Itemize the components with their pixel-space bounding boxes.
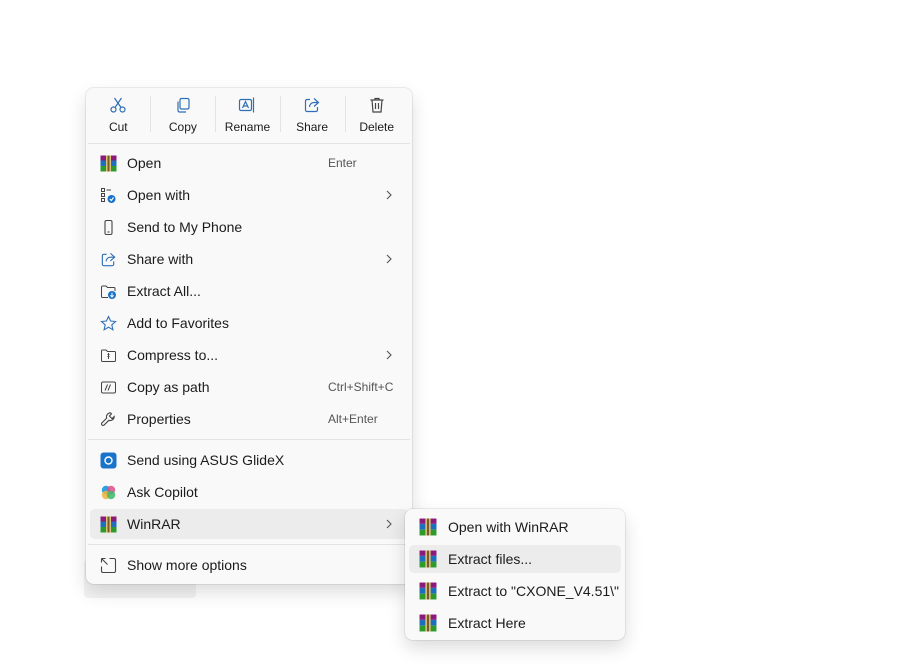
compress-folder-icon — [99, 346, 117, 364]
menu-item-label: Send to My Phone — [127, 219, 243, 235]
winrar-icon — [419, 518, 437, 536]
wrench-icon — [99, 410, 117, 428]
cut-label: Cut — [108, 120, 128, 134]
menu-divider — [88, 143, 410, 144]
chevron-right-icon — [384, 519, 394, 529]
extract-folder-icon — [99, 282, 117, 300]
menu-item-label: Show more options — [127, 557, 247, 573]
toolbar-divider — [215, 96, 216, 132]
copy-icon — [173, 95, 193, 115]
submenu-item-label: Open with WinRAR — [448, 519, 569, 535]
submenu-item-label: Extract files... — [448, 551, 533, 567]
cut-button[interactable]: Cut — [86, 88, 151, 142]
menu-item-send-to-phone[interactable]: Send to My Phone — [90, 212, 408, 242]
open-with-icon — [99, 186, 117, 204]
menu-item-label: Send using ASUS GlideX — [127, 452, 285, 468]
menu-item-properties[interactable]: Properties Alt+Enter — [90, 404, 408, 434]
menu-item-label: Share with — [127, 251, 194, 267]
copy-button[interactable]: Copy — [151, 88, 216, 142]
copilot-icon — [99, 483, 117, 501]
menu-item-copy-as-path[interactable]: Copy as path Ctrl+Shift+C — [90, 372, 408, 402]
toolbar-divider — [345, 96, 346, 132]
share-icon — [99, 250, 117, 268]
menu-item-add-favorites[interactable]: Add to Favorites — [90, 308, 408, 338]
menu-item-share-with[interactable]: Share with — [90, 244, 408, 274]
winrar-icon — [419, 614, 437, 632]
submenu-item-label: Extract to "CXONE_V4.51\" — [448, 583, 620, 599]
menu-divider — [88, 544, 410, 545]
menu-item-show-more-options[interactable]: Show more options — [90, 550, 408, 580]
context-menu: Cut Copy Rename Share Delete Open Enter … — [86, 88, 412, 584]
winrar-icon — [99, 515, 117, 533]
share-label: Share — [296, 120, 329, 134]
menu-item-label: Compress to... — [127, 347, 219, 363]
copy-label: Copy — [168, 120, 197, 134]
menu-item-extract-all[interactable]: Extract All... — [90, 276, 408, 306]
more-options-icon — [99, 556, 117, 574]
submenu-item-extract-here[interactable]: Extract Here — [409, 609, 621, 637]
submenu-item-extract-to-folder[interactable]: Extract to "CXONE_V4.51\" — [409, 577, 621, 605]
menu-item-label: Extract All... — [127, 283, 201, 299]
chevron-right-icon — [384, 190, 394, 200]
menu-divider — [88, 439, 410, 440]
delete-label: Delete — [359, 120, 395, 134]
menu-item-ask-copilot[interactable]: Ask Copilot — [90, 477, 408, 507]
menu-item-label: Copy as path — [127, 379, 210, 395]
delete-button[interactable]: Delete — [344, 88, 409, 142]
chevron-right-icon — [384, 254, 394, 264]
scissors-icon — [108, 95, 128, 115]
menu-item-open-with[interactable]: Open with — [90, 180, 408, 210]
submenu-item-open-with-winrar[interactable]: Open with WinRAR — [409, 513, 621, 541]
submenu-item-extract-files[interactable]: Extract files... — [409, 545, 621, 573]
rename-label: Rename — [224, 120, 271, 134]
menu-item-label: WinRAR — [127, 516, 181, 532]
menu-item-send-glidex[interactable]: Send using ASUS GlideX — [90, 445, 408, 475]
menu-item-open[interactable]: Open Enter — [90, 148, 408, 178]
share-button[interactable]: Share — [280, 88, 345, 142]
winrar-icon — [419, 582, 437, 600]
shortcut-text: Enter — [328, 156, 357, 170]
toolbar-divider — [280, 96, 281, 132]
shortcut-text: Ctrl+Shift+C — [328, 380, 394, 394]
chevron-right-icon — [384, 350, 394, 360]
menu-item-label: Add to Favorites — [127, 315, 229, 331]
rename-icon — [237, 95, 257, 115]
trash-icon — [367, 95, 387, 115]
toolbar-divider — [150, 96, 151, 132]
menu-item-label: Ask Copilot — [127, 484, 198, 500]
share-icon — [302, 95, 322, 115]
menu-item-label: Open with — [127, 187, 191, 203]
menu-item-winrar[interactable]: WinRAR — [90, 509, 408, 539]
winrar-icon — [419, 550, 437, 568]
winrar-submenu: Open with WinRAR Extract files... Extrac… — [405, 509, 625, 640]
menu-item-compress-to[interactable]: Compress to... — [90, 340, 408, 370]
phone-icon — [99, 218, 117, 236]
star-icon — [99, 314, 117, 332]
winrar-icon — [99, 154, 117, 172]
context-toolbar: Cut Copy Rename Share Delete — [86, 88, 412, 142]
glidex-icon — [99, 451, 117, 469]
menu-item-label: Properties — [127, 411, 191, 427]
copy-path-icon — [99, 378, 117, 396]
menu-item-label: Open — [127, 155, 162, 171]
shortcut-text: Alt+Enter — [328, 412, 378, 426]
rename-button[interactable]: Rename — [215, 88, 280, 142]
submenu-item-label: Extract Here — [448, 615, 526, 631]
